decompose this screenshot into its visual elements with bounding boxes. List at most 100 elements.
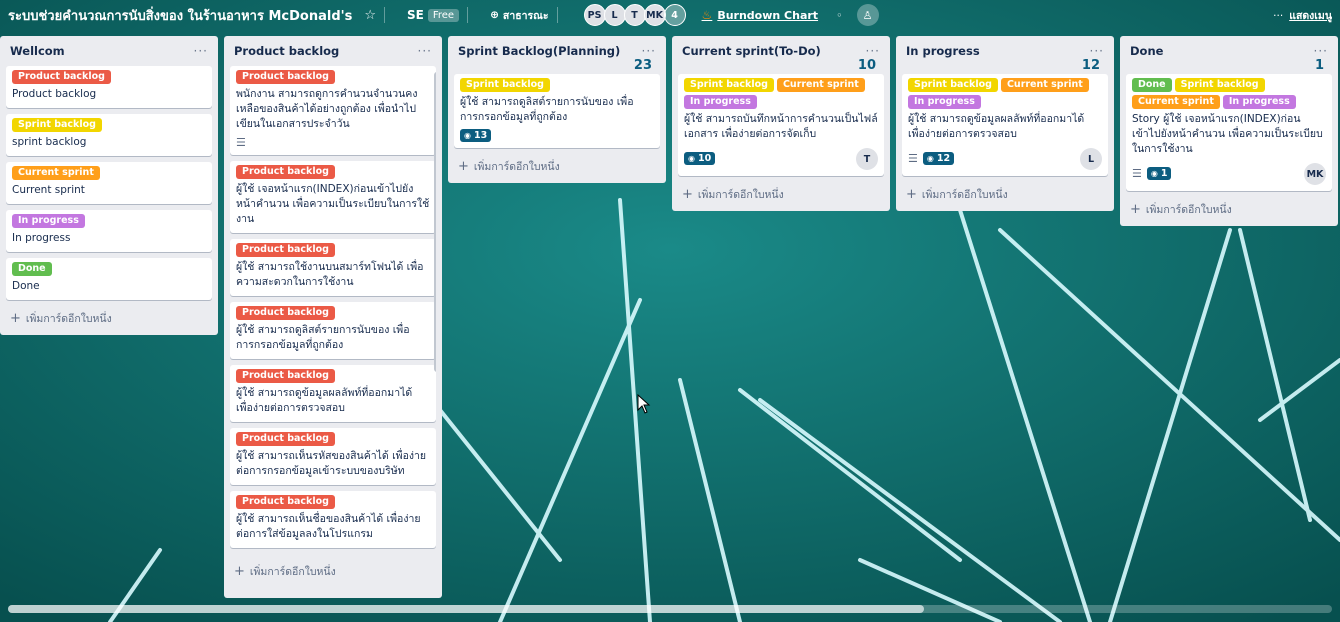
card[interactable]: Product backlog ผู้ใช้ สามารถเห็นรหัสของส… [230, 428, 436, 485]
list-current-sprint: Current sprint(To-Do) ··· 10 Sprint back… [672, 36, 890, 211]
burndown-chart-button[interactable]: ♨ Burndown Chart [702, 8, 819, 22]
card-labels: Product backlog [236, 432, 430, 446]
card[interactable]: Current sprint Current sprint [6, 162, 212, 204]
card-container: Sprint backlog ผู้ใช้ สามารถดูลิสต์รายการ… [454, 74, 660, 148]
card-label[interactable]: Current sprint [12, 166, 100, 180]
list-title[interactable]: Product backlog [234, 44, 339, 58]
visibility-button[interactable]: ⊕ สาธารณะ [490, 7, 548, 24]
card[interactable]: Done Done [6, 258, 212, 300]
show-menu-button[interactable]: แสดงเมนู [1289, 7, 1332, 24]
card-container: Sprint backlog Current sprint In progress ผ… [902, 74, 1108, 176]
card[interactable]: Sprint backlog Current sprint In progress ผ… [678, 74, 884, 176]
list-menu-icon[interactable]: ··· [194, 44, 208, 58]
add-card-button[interactable]: + เพิ่มการ์ดอีกใบหนึ่ง [1126, 197, 1332, 220]
avatar[interactable]: MK [643, 4, 666, 26]
add-card-label: เพิ่มการ์ดอีกใบหนึ่ง [25, 313, 112, 325]
list-menu-icon[interactable]: ··· [866, 44, 880, 58]
list-title[interactable]: Sprint Backlog(Planning) [458, 44, 620, 58]
card-labels: Product backlog [236, 306, 430, 320]
scrollbar-thumb[interactable] [8, 605, 924, 613]
list-scrollbar[interactable] [434, 72, 436, 372]
list-title[interactable]: Wellcom [10, 44, 65, 58]
card[interactable]: Product backlog ผู้ใช้ สามารถใช้งานบนสมาร… [230, 239, 436, 296]
star-icon[interactable]: ☆ [364, 8, 376, 23]
more-icon[interactable]: ··· [1273, 10, 1283, 22]
burndown-chart-label: Burndown Chart [717, 8, 819, 22]
card-title: ผู้ใช้ สามารถดูลิสต์รายการนับของ เพื่อกา… [236, 324, 410, 351]
list-title[interactable]: Done [1130, 44, 1163, 58]
card-labels: Done Sprint backlog Current sprint In progr… [1132, 78, 1326, 109]
list-menu-icon[interactable]: ··· [1090, 44, 1104, 58]
card[interactable]: Sprint backlog ผู้ใช้ สามารถดูลิสต์รายการ… [454, 74, 660, 148]
card-label[interactable]: Current sprint [776, 78, 865, 92]
card-label[interactable]: Product backlog [236, 70, 335, 84]
card-title: ผู้ใช้ สามารถบันทึกหน้าการคำนวนเป็นไฟล์เ… [684, 113, 878, 140]
invite-button[interactable]: ♙ [856, 4, 879, 26]
card[interactable]: Sprint backlog Current sprint In progress ผ… [902, 74, 1108, 176]
add-card-button[interactable]: + เพิ่มการ์ดอีกใบหนึ่ง [902, 182, 1108, 205]
add-card-button[interactable]: + เพิ่มการ์ดอีกใบหนึ่ง [454, 154, 660, 177]
card-member-avatar[interactable]: MK [1304, 163, 1326, 185]
workspace-name[interactable]: SE [407, 8, 424, 22]
card[interactable]: In progress In progress [6, 210, 212, 252]
lightbulb-icon[interactable]: ◦ [836, 9, 843, 22]
card-label[interactable]: Product backlog [236, 165, 335, 179]
card-label[interactable]: In progress [684, 95, 757, 109]
card-labels: Sprint backlog [12, 118, 206, 132]
card-label[interactable]: Product backlog [236, 432, 335, 446]
card-title: Product backlog [12, 88, 97, 100]
add-card-button[interactable]: + เพิ่มการ์ดอีกใบหนึ่ง [678, 182, 884, 205]
lightbulb-icon: ◉ [464, 131, 471, 140]
story-points-badge: ◉ 12 [922, 151, 955, 165]
more-members-button[interactable]: 4 [663, 4, 686, 26]
avatar[interactable]: PS [583, 4, 606, 26]
card-title: ผู้ใช้ สามารถดูข้อมูลผลลัพท์ที่ออกมาได้ … [908, 113, 1085, 140]
card-label[interactable]: Product backlog [236, 495, 335, 509]
card-label[interactable]: In progress [1222, 95, 1296, 109]
add-card-label: เพิ่มการ์ดอีกใบหนึ่ง [1145, 204, 1232, 216]
card-label[interactable]: Product backlog [12, 70, 111, 84]
card-label[interactable]: Sprint backlog [460, 78, 550, 92]
card-label[interactable]: Done [1132, 78, 1172, 92]
avatar[interactable]: T [623, 4, 646, 26]
card-label[interactable]: Product backlog [236, 306, 335, 320]
list-title[interactable]: Current sprint(To-Do) [682, 44, 821, 58]
list-menu-icon[interactable]: ··· [418, 44, 432, 58]
card[interactable]: Product backlog ผู้ใช้ สามารถเห็นชื่อของส… [230, 491, 436, 548]
card[interactable]: Product backlog ผู้ใช้ เจอหน้าแรก(INDEX)ก… [230, 161, 436, 233]
plus-icon: + [10, 311, 21, 326]
card-label[interactable]: Done [12, 262, 52, 276]
card-label[interactable]: Product backlog [236, 369, 335, 383]
card-label[interactable]: In progress [908, 95, 981, 109]
card[interactable]: Product backlog ผู้ใช้ สามารถดูลิสต์รายกา… [230, 302, 436, 359]
add-card-button[interactable]: + เพิ่มการ์ดอีกใบหนึ่ง [6, 306, 212, 329]
card-label[interactable]: Sprint backlog [1174, 78, 1265, 92]
card-label[interactable]: Sprint backlog [12, 118, 102, 132]
lightbulb-icon: ◉ [688, 153, 695, 163]
card[interactable]: Sprint backlog sprint backlog [6, 114, 212, 156]
board-title[interactable]: ระบบช่วยคำนวณการนับสิ่งของ ในร้านอาหาร M… [8, 5, 352, 26]
card-label[interactable]: Current sprint [1000, 78, 1089, 92]
card-title: Current sprint [12, 184, 85, 196]
list-menu-icon[interactable]: ··· [1314, 44, 1328, 58]
list-done: Done ··· 1 Done Sprint backlog Current spr… [1120, 36, 1338, 226]
card-label[interactable]: Current sprint [1132, 95, 1220, 109]
card-title: Done [12, 280, 40, 292]
board-horizontal-scrollbar[interactable] [8, 605, 1332, 613]
card[interactable]: Product backlog พนักงาน สามารถดูการคำนวนจ… [230, 66, 436, 155]
plus-icon: + [682, 187, 693, 202]
card[interactable]: Done Sprint backlog Current sprint In progr… [1126, 74, 1332, 191]
list-title[interactable]: In progress [906, 44, 980, 58]
card-label[interactable]: In progress [12, 214, 85, 228]
card-label[interactable]: Product backlog [236, 243, 335, 257]
card-label[interactable]: Sprint backlog [908, 78, 998, 92]
add-card-button[interactable]: + เพิ่มการ์ดอีกใบหนึ่ง [230, 559, 436, 582]
avatar[interactable]: L [603, 4, 626, 26]
card[interactable]: Product backlog ผู้ใช้ สามารถดูข้อมูลผลลั… [230, 365, 436, 422]
list-menu-icon[interactable]: ··· [642, 44, 656, 58]
card-member-avatar[interactable]: T [856, 148, 878, 170]
card-badges: ◉ 10 [684, 146, 878, 170]
card[interactable]: Product backlog Product backlog [6, 66, 212, 108]
card-label[interactable]: Sprint backlog [684, 78, 774, 92]
card-member-avatar[interactable]: L [1080, 148, 1102, 170]
